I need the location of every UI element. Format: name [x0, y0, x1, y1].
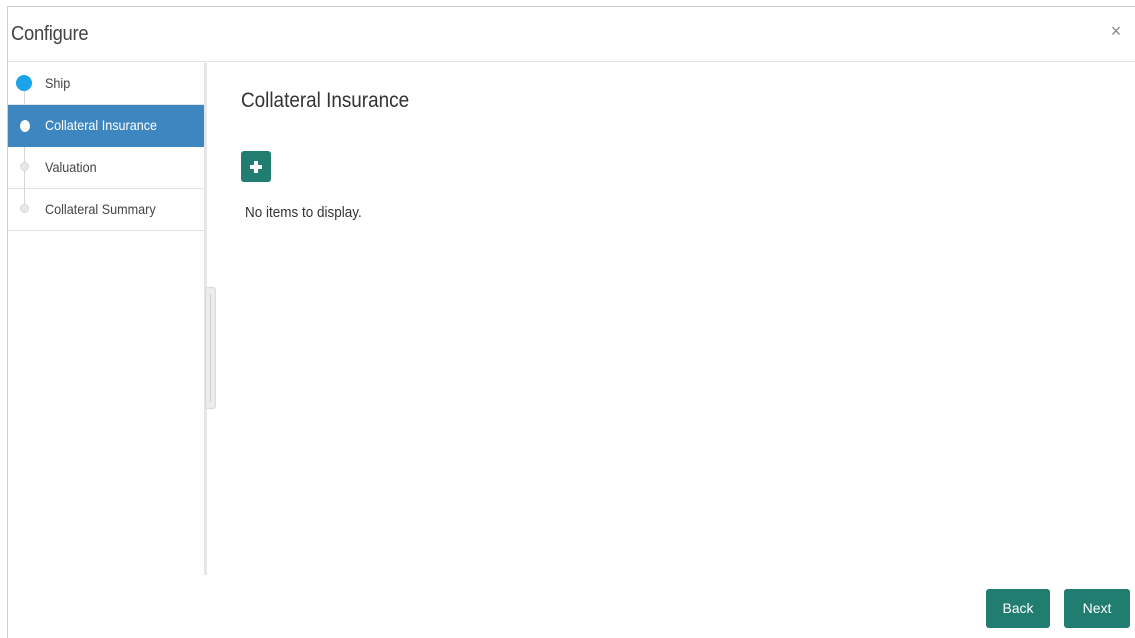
step-current-icon [20, 120, 30, 132]
page-title: Collateral Insurance [241, 89, 410, 112]
close-icon[interactable]: × [1107, 21, 1125, 41]
step-pending-icon [20, 204, 29, 213]
step-label: Collateral Insurance [45, 117, 158, 133]
steps-sidebar: Ship Collateral Insurance Valuation Coll… [8, 63, 204, 235]
step-pending-icon [20, 162, 29, 171]
add-insurance-button[interactable] [241, 151, 271, 182]
panel-resize-handle[interactable] [205, 287, 216, 409]
step-complete-icon [16, 75, 32, 91]
configure-dialog: Configure × Ship Collateral Insurance Va… [7, 6, 1135, 638]
step-collateral-summary[interactable]: Collateral Summary [8, 189, 204, 231]
dialog-title: Configure [11, 23, 89, 45]
back-button[interactable]: Back [986, 589, 1050, 628]
step-collateral-insurance[interactable]: Collateral Insurance [8, 105, 204, 147]
dialog-header: Configure × [8, 7, 1135, 62]
step-label: Ship [45, 75, 71, 91]
next-button[interactable]: Next [1064, 589, 1130, 628]
empty-state-message: No items to display. [245, 204, 362, 221]
step-ship[interactable]: Ship [8, 63, 204, 105]
step-valuation[interactable]: Valuation [8, 147, 204, 189]
step-label: Collateral Summary [45, 201, 156, 217]
step-label: Valuation [45, 159, 97, 175]
